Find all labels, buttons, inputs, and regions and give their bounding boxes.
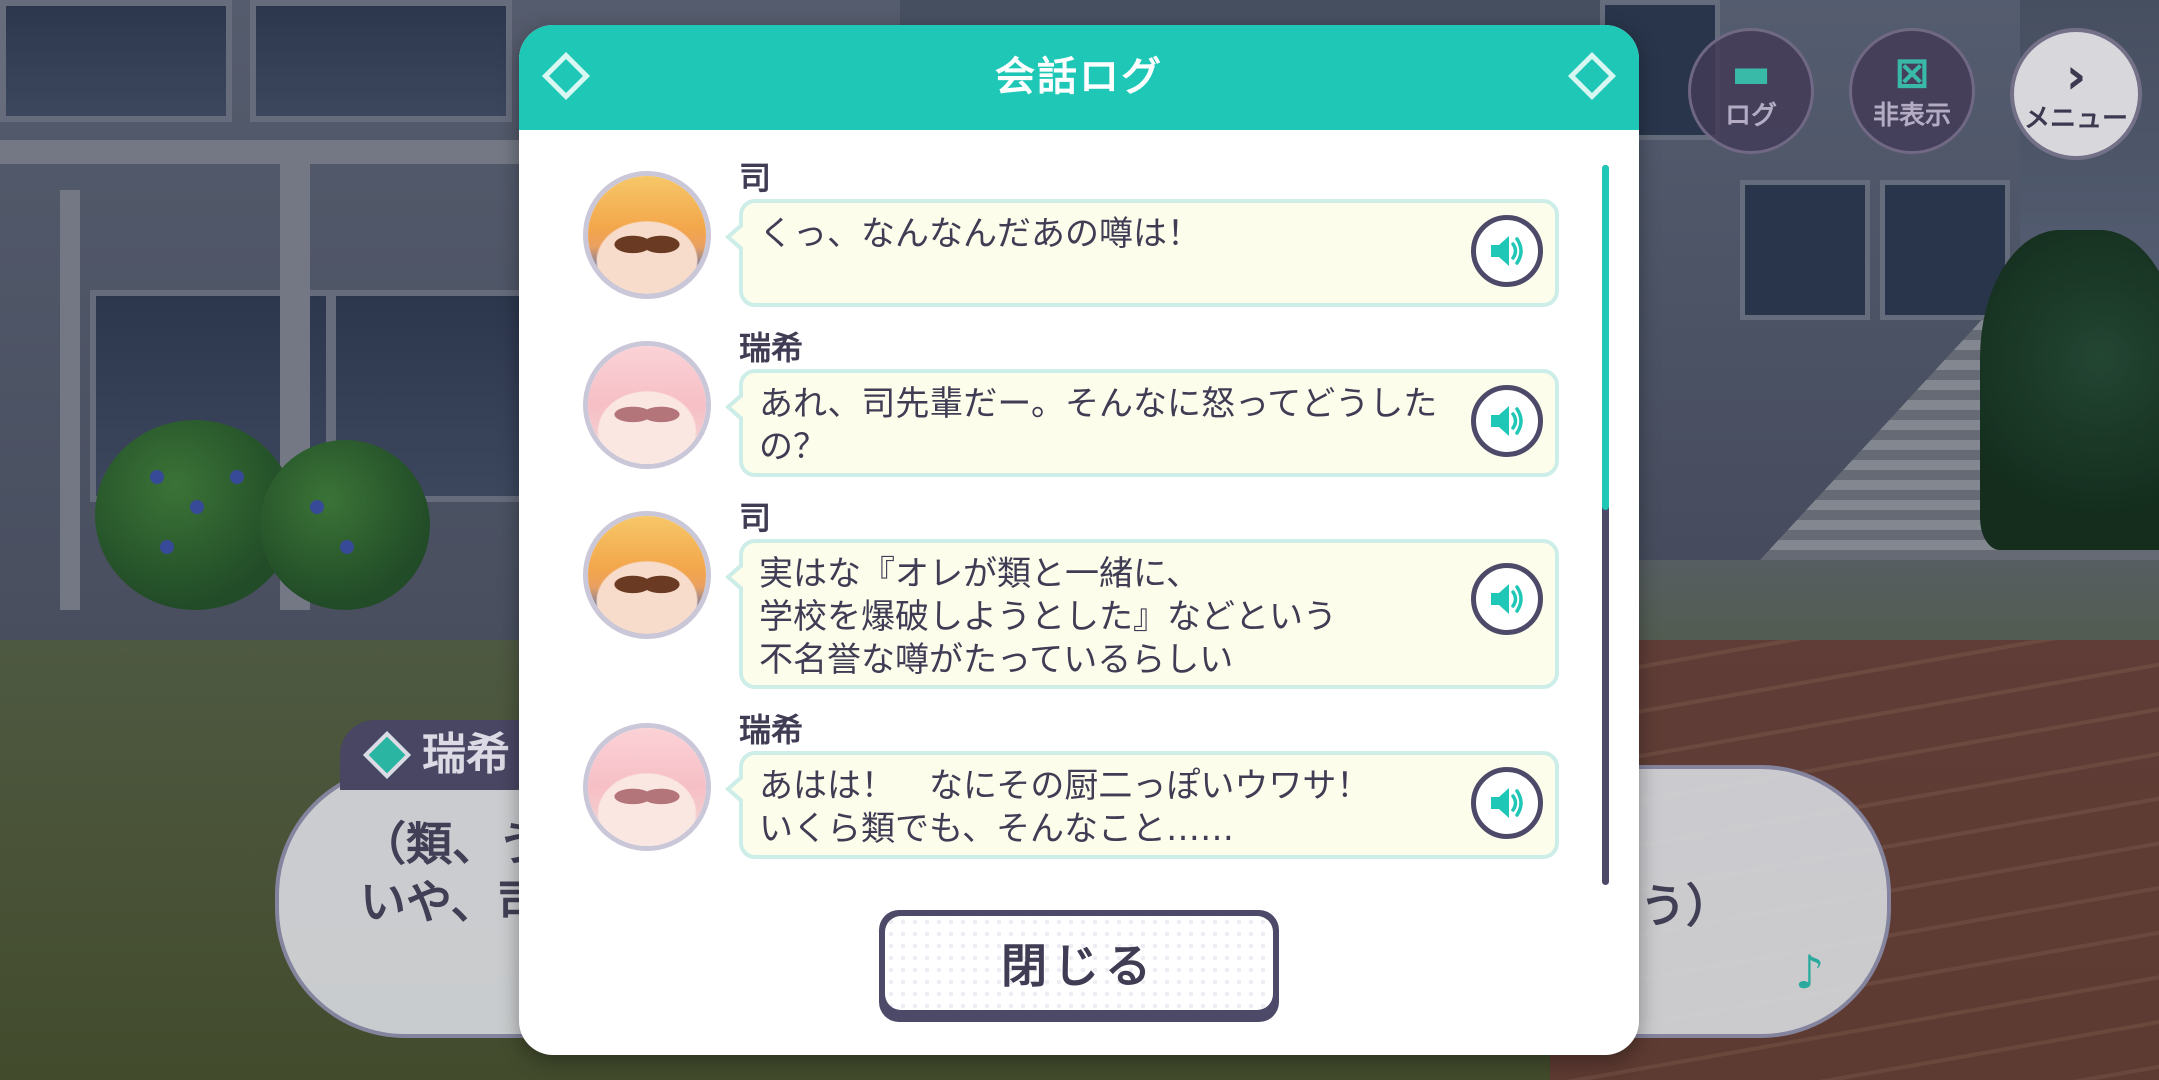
message-line: 実はな『オレが類と一緒に、 <box>759 554 1200 594</box>
message-bubble: あれ、司先輩だー。そんなに怒ってどうした の？ <box>725 369 1559 477</box>
modal-header: 会話ログ <box>519 25 1639 130</box>
close-button-face: 閉じる <box>885 916 1273 1010</box>
speaker-icon <box>1491 406 1523 436</box>
message-line: 不名誉な噂がたっているらしい <box>759 640 1234 680</box>
close-button-label: 閉じる <box>1001 939 1157 993</box>
mizuki-avatar <box>583 341 711 469</box>
tsukasa-avatar <box>583 511 711 639</box>
voice-play-button[interactable] <box>1471 767 1543 839</box>
close-button[interactable]: 閉じる <box>879 910 1279 1022</box>
message-line: くっ、なんなんだあの噂は！ <box>759 214 1201 254</box>
tsukasa-avatar <box>583 171 711 299</box>
speaker-name: 司 <box>739 499 772 537</box>
message-line: 学校を爆破しようとした』などという <box>759 597 1337 637</box>
speaker-icon <box>1491 236 1523 266</box>
voice-play-button[interactable] <box>1471 563 1543 635</box>
speaker-icon <box>1491 584 1523 614</box>
scrollbar-thumb[interactable] <box>1602 165 1609 510</box>
message-bubble: くっ、なんなんだあの噂は！ <box>725 199 1559 307</box>
message-line: あれ、司先輩だー。そんなに怒ってどうした <box>759 384 1438 424</box>
message-bubble: あはは！ なにその厨二っぽいウワサ！ いくら類でも、そんなこと…… <box>725 751 1559 859</box>
message-bubble: 実はな『オレが類と一緒に、 学校を爆破しようとした』などという 不名誉な噂がたっ… <box>725 539 1559 689</box>
speaker-icon <box>1491 788 1523 818</box>
modal-title: 会話ログ <box>995 54 1163 100</box>
speaker-name: 瑞希 <box>739 711 804 749</box>
voice-play-button[interactable] <box>1471 215 1543 287</box>
scrollbar[interactable] <box>1602 165 1609 885</box>
speaker-name: 司 <box>739 159 772 197</box>
voice-play-button[interactable] <box>1471 385 1543 457</box>
conversation-log-modal: 会話ログ 司 くっ、なんなんだあの噂は！ 瑞希 あれ、司先輩だー。そんなに怒って… <box>519 25 1639 1055</box>
log-list[interactable]: 司 くっ、なんなんだあの噂は！ 瑞希 あれ、司先輩だー。そんなに怒ってどうした … <box>519 155 1639 915</box>
message-line: いくら類でも、そんなこと…… <box>759 809 1234 849</box>
message-line: あはは！ なにその厨二っぽいウワサ！ <box>759 766 1371 806</box>
mizuki-avatar <box>583 723 711 851</box>
message-line: の？ <box>759 427 827 467</box>
speaker-name: 瑞希 <box>739 329 804 367</box>
